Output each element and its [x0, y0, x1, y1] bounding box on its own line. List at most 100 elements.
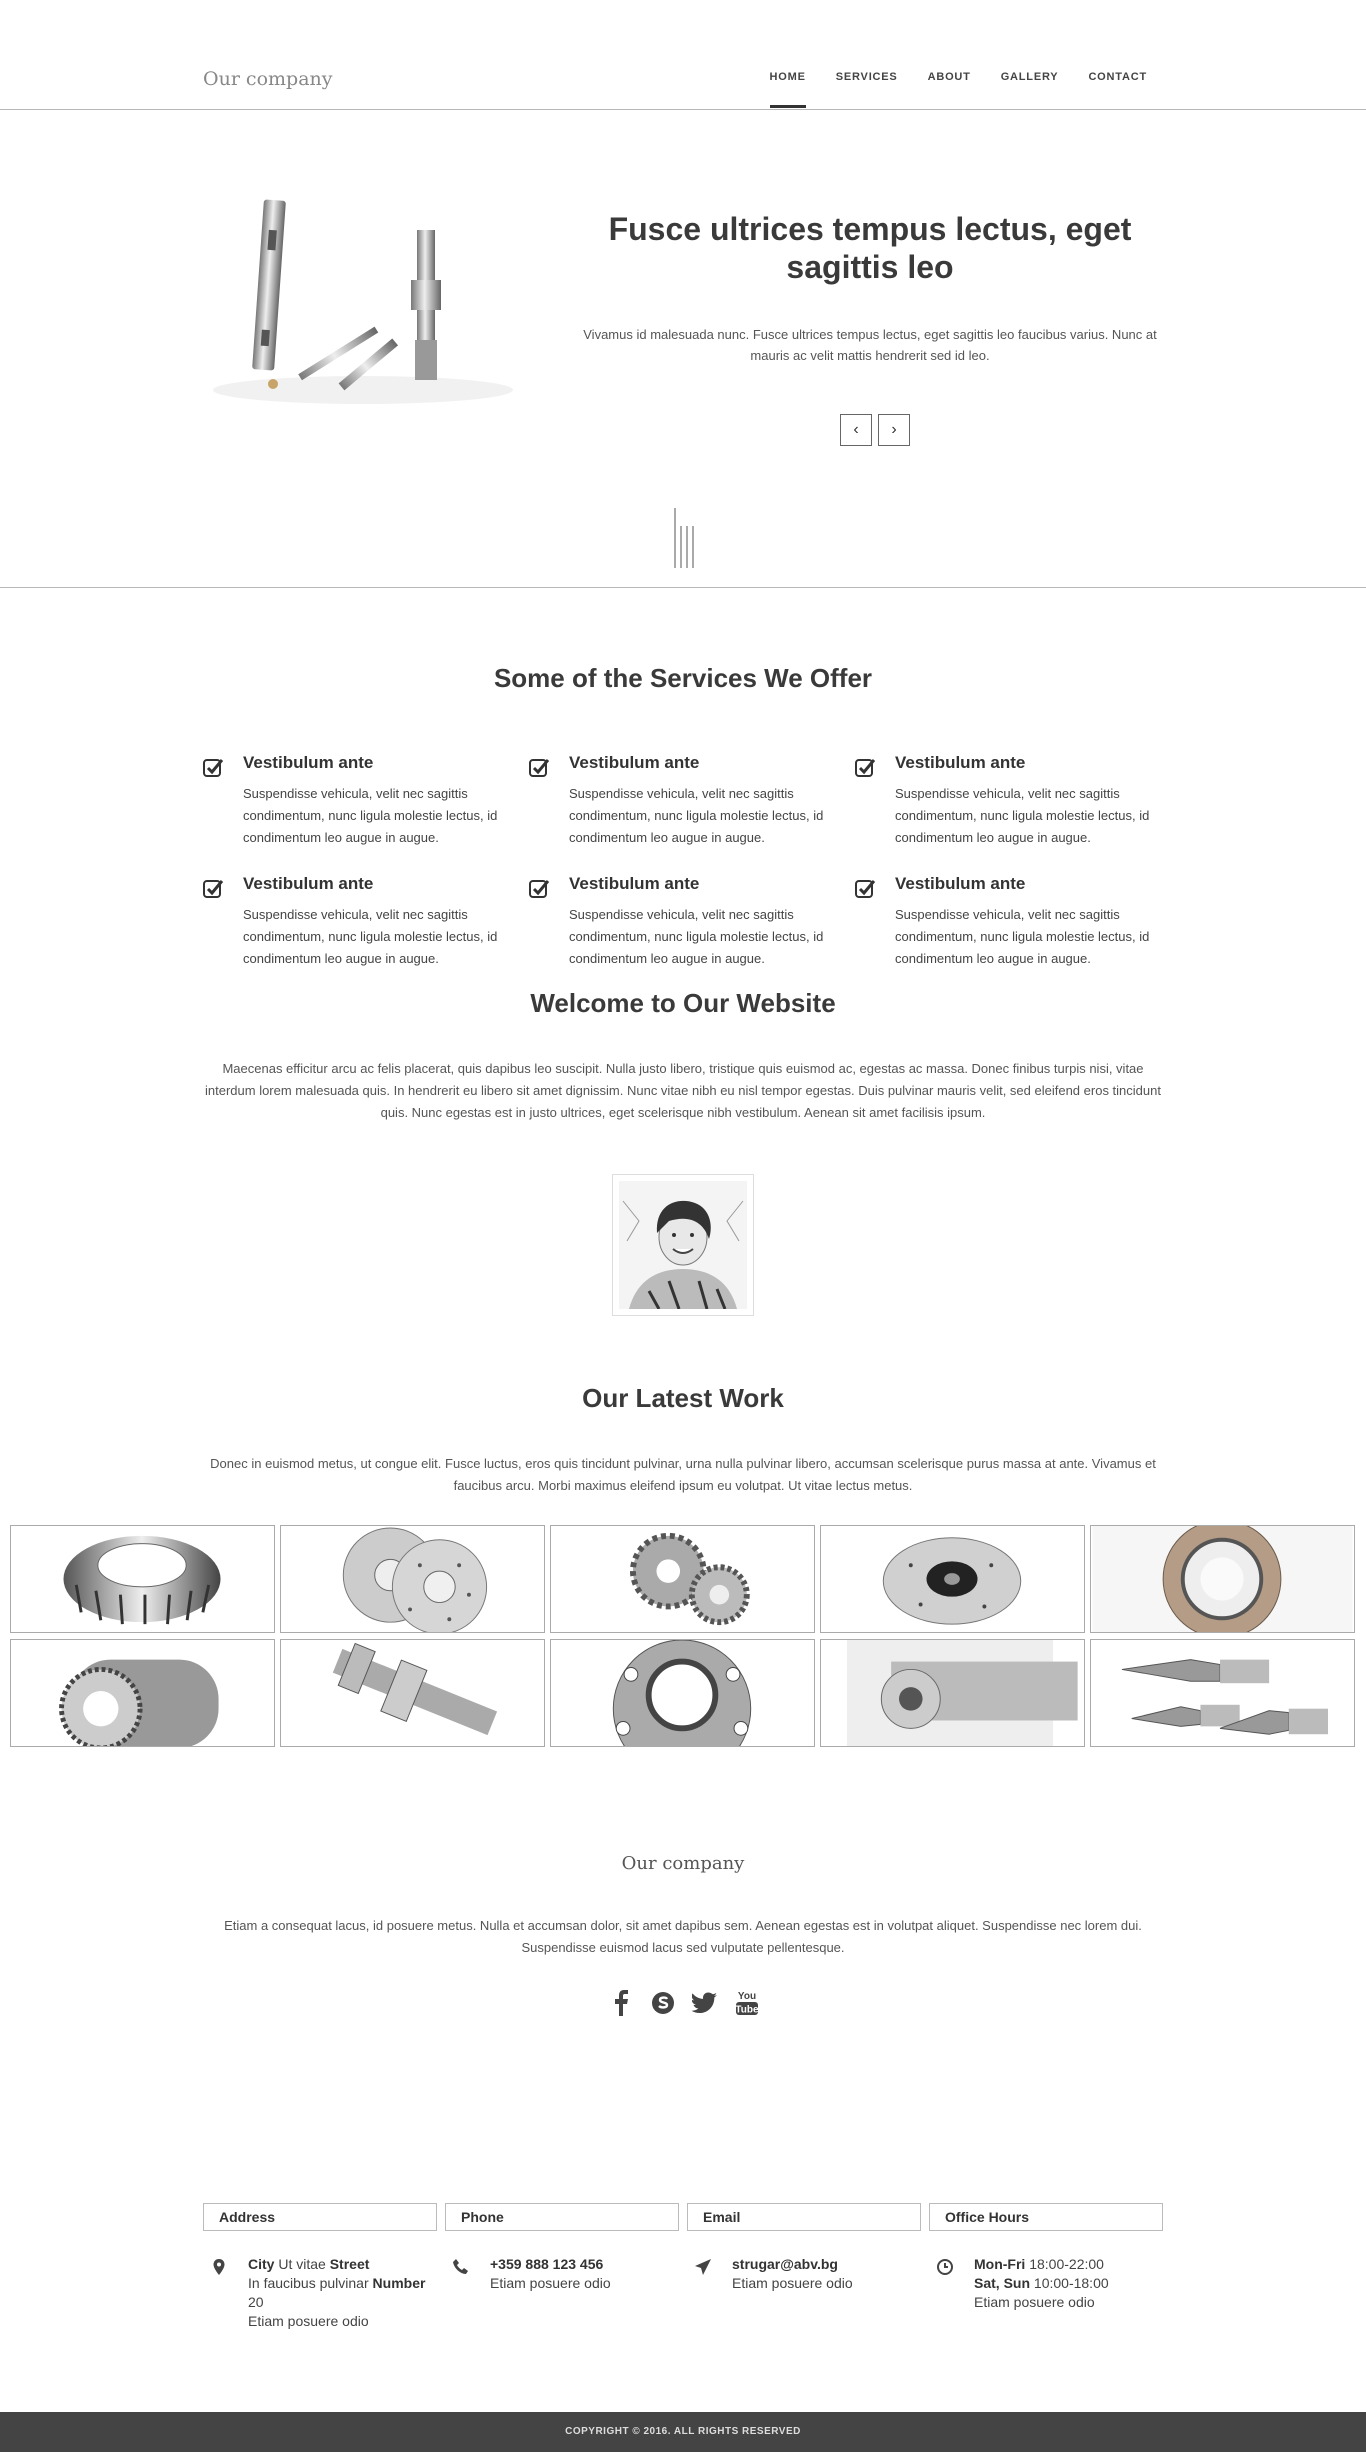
- hours-header: Office Hours: [929, 2203, 1163, 2231]
- nav-services[interactable]: SERVICES: [836, 71, 898, 111]
- checkbox-icon: [855, 759, 876, 777]
- service-title: Vestibulum ante: [895, 874, 1026, 893]
- hero-image: [213, 199, 513, 404]
- flange-image: [612, 1640, 752, 1746]
- address-info: City Ut vitae Street In faucibus pulvina…: [248, 2255, 448, 2331]
- gallery-item-screws[interactable]: [1090, 1639, 1355, 1747]
- nav-contact[interactable]: CONTACT: [1088, 71, 1147, 111]
- phone-info: +359 888 123 456 Etiam posuere odio: [490, 2255, 690, 2293]
- brand-logo[interactable]: Our company: [203, 68, 333, 90]
- email-info: strugar@abv.bg Etiam posuere odio: [732, 2255, 932, 2293]
- twitter-icon[interactable]: [692, 1989, 718, 2017]
- site-header: Our company HOME SERVICES ABOUT GALLERY …: [0, 0, 1366, 110]
- gallery-item-bearing[interactable]: [10, 1525, 275, 1633]
- screws-image: [1121, 1659, 1329, 1735]
- svg-text:Tube: Tube: [735, 2005, 759, 2016]
- phone-header: Phone: [445, 2203, 679, 2231]
- contact-section: Address Phone Email Office Hours City Ut…: [0, 2203, 1366, 2412]
- main-nav: HOME SERVICES ABOUT GALLERY CONTACT: [740, 71, 1147, 111]
- copyright-bar: COPYRIGHT © 2016. ALL RIGHTS RESERVED: [0, 2412, 1366, 2452]
- service-text: Suspendisse vehicula, velit nec sagittis…: [895, 786, 1150, 845]
- gallery-item-brake-disc[interactable]: [820, 1525, 1085, 1633]
- social-links: You Tube: [608, 1989, 760, 2017]
- tube-image: [846, 1640, 1078, 1746]
- service-text: Suspendisse vehicula, velit nec sagittis…: [569, 786, 824, 845]
- checkbox-icon: [203, 880, 224, 898]
- address-header: Address: [203, 2203, 437, 2231]
- spline-gear-image: [59, 1659, 219, 1746]
- hours-sub: Etiam posuere odio: [974, 2294, 1095, 2310]
- hours-info: Mon-Fri 18:00-22:00 Sat, Sun 10:00-18:00…: [974, 2255, 1174, 2312]
- hero-title: Fusce ultrices tempus lectus, eget sagit…: [608, 211, 1132, 285]
- nav-about[interactable]: ABOUT: [928, 71, 971, 111]
- address-city-label: City: [248, 2256, 275, 2272]
- gallery-item-shaft[interactable]: [280, 1639, 545, 1747]
- address-street-label: Street: [329, 2256, 370, 2272]
- address-city: Ut vitae: [274, 2256, 330, 2272]
- person-photo: [619, 1181, 747, 1310]
- address-number-label: Number: [372, 2275, 426, 2291]
- welcome-text: Maecenas efficitur arcu ac felis placera…: [205, 1061, 1161, 1120]
- services-title: Some of the Services We Offer: [493, 663, 873, 693]
- checkbox-icon: [529, 759, 550, 777]
- service-title: Vestibulum ante: [569, 753, 700, 772]
- work-text: Donec in euismod metus, ut congue elit. …: [210, 1456, 1156, 1493]
- gallery-item-disc-hub[interactable]: [1090, 1525, 1355, 1633]
- address-line2: In faucibus pulvinar: [248, 2275, 373, 2291]
- service-title: Vestibulum ante: [569, 874, 700, 893]
- hours-time1: 18:00-22:00: [1025, 2256, 1104, 2272]
- service-title: Vestibulum ante: [243, 753, 374, 772]
- gallery-item-gears[interactable]: [550, 1525, 815, 1633]
- slider-prev-button[interactable]: ‹: [840, 414, 872, 446]
- bearing-image: [63, 1535, 221, 1625]
- service-text: Suspendisse vehicula, velit nec sagittis…: [243, 907, 498, 966]
- phone-icon: [453, 2259, 468, 2274]
- checkbox-icon: [529, 880, 550, 898]
- facebook-icon[interactable]: [608, 1989, 634, 2017]
- svg-text:You: You: [738, 1991, 756, 2002]
- gallery-item-discs[interactable]: [280, 1525, 545, 1633]
- address-line3: 20: [248, 2294, 264, 2310]
- gallery-item-flange[interactable]: [550, 1639, 815, 1747]
- shaft-image: [332, 1642, 498, 1736]
- slider-next-button[interactable]: ›: [878, 414, 910, 446]
- service-title: Vestibulum ante: [243, 874, 374, 893]
- scroll-lines-icon[interactable]: [672, 508, 696, 578]
- welcome-section: Welcome to Our Website Maecenas efficitu…: [0, 988, 1366, 1383]
- welcome-title: Welcome to Our Website: [530, 988, 836, 1018]
- brake-disc-image: [882, 1537, 1022, 1625]
- nav-home[interactable]: HOME: [769, 71, 806, 111]
- slider-arrows: ‹ ›: [840, 414, 910, 446]
- nav-gallery[interactable]: GALLERY: [1001, 71, 1059, 111]
- gears-image: [629, 1532, 750, 1626]
- checkbox-icon: [855, 880, 876, 898]
- service-text: Suspendisse vehicula, velit nec sagittis…: [569, 907, 824, 966]
- disc-hub-image: [1092, 1526, 1353, 1632]
- service-title: Vestibulum ante: [895, 753, 1026, 772]
- email-address[interactable]: strugar@abv.bg: [732, 2256, 838, 2272]
- hero-text: Vivamus id malesuada nunc. Fusce ultrice…: [583, 327, 1157, 363]
- skype-icon[interactable]: [650, 1989, 676, 2017]
- address-line4: Etiam posuere odio: [248, 2313, 369, 2329]
- footer-text: Etiam a consequat lacus, id posuere metu…: [224, 1918, 1142, 1955]
- services-section: Some of the Services We Offer Vestibulum…: [0, 588, 1366, 988]
- footer-brand: Our company: [621, 1853, 745, 1874]
- hero-slider: Fusce ultrices tempus lectus, eget sagit…: [0, 110, 1366, 588]
- map-pin-icon: [213, 2259, 225, 2275]
- work-title: Our Latest Work: [582, 1383, 784, 1413]
- avatar: [612, 1174, 754, 1316]
- hours-time2: 10:00-18:00: [1030, 2275, 1109, 2291]
- checkbox-icon: [203, 759, 224, 777]
- hours-days2: Sat, Sun: [974, 2275, 1031, 2291]
- gallery-grid: [10, 1525, 1355, 1747]
- gallery-item-tube[interactable]: [820, 1639, 1085, 1747]
- service-text: Suspendisse vehicula, velit nec sagittis…: [243, 786, 498, 845]
- work-section: Our Latest Work Donec in euismod metus, …: [0, 1383, 1366, 1853]
- gallery-item-spline-gear[interactable]: [10, 1639, 275, 1747]
- phone-number[interactable]: +359 888 123 456: [490, 2256, 603, 2272]
- clock-icon: [937, 2259, 953, 2275]
- send-icon: [695, 2259, 711, 2275]
- brake-discs-image: [342, 1527, 488, 1632]
- youtube-icon[interactable]: You Tube: [734, 1989, 760, 2017]
- service-text: Suspendisse vehicula, velit nec sagittis…: [895, 907, 1150, 966]
